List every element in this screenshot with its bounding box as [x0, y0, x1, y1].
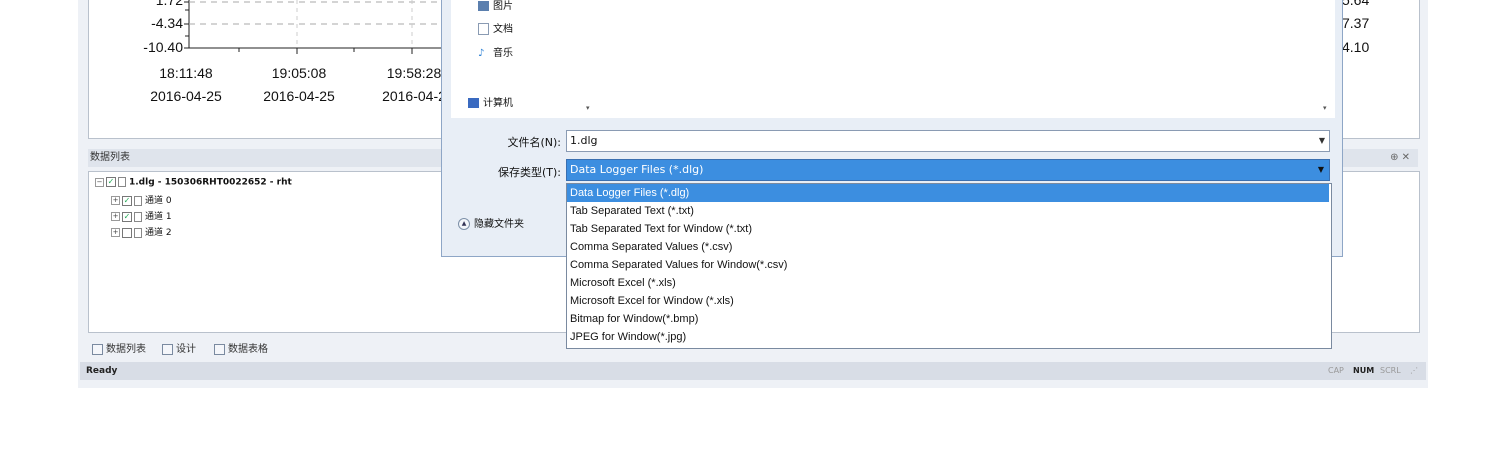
tree-root-label: 1.dlg - 150306RHT0022652 - rht: [129, 177, 292, 188]
filetype-option[interactable]: Tab Separated Text for Window (*.txt): [567, 220, 1329, 238]
panel-title: 数据列表: [90, 152, 130, 163]
y-tick-label: -10.40: [143, 39, 183, 55]
chevron-down-icon[interactable]: ▼: [1318, 160, 1324, 180]
status-indicator: SCRL: [1380, 366, 1401, 375]
nav-label: 文档: [493, 24, 513, 35]
tab-data-list[interactable]: 数据列表: [92, 340, 146, 355]
nav-item-music[interactable]: ♪ 音乐: [478, 44, 513, 59]
panel-close-icon[interactable]: ⊕ ✕: [1390, 149, 1410, 167]
status-bar: Ready CAP NUM SCRL ⋰: [80, 362, 1426, 380]
tab-data-table[interactable]: 数据表格: [214, 340, 268, 355]
nav-label: 音乐: [493, 48, 513, 59]
x-tick-time: 18:11:48: [159, 65, 213, 81]
nav-item-documents[interactable]: 文档: [478, 20, 513, 35]
checkbox[interactable]: [122, 227, 132, 238]
x-tick-date: 2016-04-25: [263, 88, 335, 104]
tab-label: 数据表格: [228, 344, 268, 355]
filetype-option[interactable]: Tab Separated Text (*.txt): [567, 202, 1329, 220]
table-icon: [214, 343, 225, 355]
collapse-icon: ▲: [458, 218, 470, 230]
tree-channel-node[interactable]: + ✓ 通道 1: [111, 209, 172, 222]
filetype-option[interactable]: Comma Separated Values (*.csv): [567, 238, 1329, 256]
tree-channel-node[interactable]: + 通道 2: [111, 225, 172, 238]
channel-icon: [134, 195, 142, 206]
hide-folders-toggle[interactable]: ▲ 隐藏文件夹: [458, 215, 524, 230]
expand-icon[interactable]: +: [111, 196, 120, 205]
status-indicator: NUM: [1353, 366, 1375, 375]
y-tick-label: -4.34: [151, 15, 183, 31]
filetype-option[interactable]: Microsoft Excel for Window (*.xls): [567, 292, 1329, 310]
collapse-icon[interactable]: −: [95, 177, 104, 187]
filetype-option[interactable]: JPEG for Window(*.jpg): [567, 328, 1329, 346]
nav-item-computer[interactable]: 计算机: [468, 94, 513, 109]
x-tick-date: 2016-04-25: [150, 88, 222, 104]
music-icon: ♪: [478, 48, 485, 59]
list-icon: [92, 343, 103, 355]
channel-icon: [134, 227, 142, 238]
scroll-down-icon[interactable]: ▾: [586, 104, 590, 112]
tab-label: 设计: [176, 344, 196, 355]
tab-design[interactable]: 设计: [162, 340, 196, 355]
tree-channel-node[interactable]: + ✓ 通道 0: [111, 193, 172, 206]
tree-root-node[interactable]: − ✓ 1.dlg - 150306RHT0022652 - rht: [95, 177, 292, 188]
filename-label: 文件名(N):: [507, 136, 561, 149]
nav-label: 计算机: [483, 98, 513, 109]
filename-value: 1.dlg: [570, 134, 598, 147]
checkbox[interactable]: ✓: [122, 211, 132, 222]
right-tick-label: 7.37: [1342, 15, 1370, 31]
filetype-option[interactable]: Comma Separated Values for Window(*.csv): [567, 256, 1329, 274]
resize-grip-icon[interactable]: ⋰: [1410, 362, 1418, 380]
right-tick-label: 4.10: [1342, 39, 1370, 55]
status-text: Ready: [86, 366, 118, 376]
filetype-label: 保存类型(T):: [497, 166, 561, 179]
filetype-dropdown: Data Logger Files (*.dlg) Tab Separated …: [566, 183, 1332, 349]
pictures-icon: [478, 1, 489, 11]
nav-item-pictures[interactable]: 图片: [478, 0, 513, 12]
filetype-select[interactable]: Data Logger Files (*.dlg) ▼: [566, 159, 1330, 181]
checkbox[interactable]: ✓: [106, 177, 116, 187]
channel-label: 通道 0: [145, 196, 172, 206]
channel-label: 通道 1: [145, 212, 172, 222]
right-tick-label: 5.64: [1342, 0, 1370, 8]
scroll-down-icon[interactable]: ▾: [1323, 104, 1327, 112]
checkbox[interactable]: ✓: [122, 195, 132, 206]
nav-label: 图片: [493, 1, 513, 12]
documents-icon: [478, 23, 489, 35]
file-icon: [118, 177, 126, 187]
filetype-value: Data Logger Files (*.dlg): [570, 163, 704, 176]
file-list[interactable]: ▾: [597, 0, 1335, 118]
channel-label: 通道 2: [145, 228, 172, 238]
hide-folders-label: 隐藏文件夹: [474, 219, 524, 230]
filetype-option[interactable]: Microsoft Excel (*.xls): [567, 274, 1329, 292]
x-tick-time: 19:05:08: [271, 65, 327, 81]
computer-icon: [468, 98, 479, 108]
tab-label: 数据列表: [106, 344, 146, 355]
status-indicator: CAP: [1328, 366, 1344, 375]
filetype-option[interactable]: Bitmap for Window(*.bmp): [567, 310, 1329, 328]
nav-pane: 图片 文档 ♪ 音乐 计算机 ▾: [451, 0, 597, 118]
filetype-option[interactable]: Data Logger Files (*.dlg): [567, 184, 1329, 202]
filename-input[interactable]: 1.dlg ▼: [566, 130, 1330, 152]
chevron-down-icon[interactable]: ▼: [1319, 131, 1325, 151]
channel-icon: [134, 211, 142, 222]
expand-icon[interactable]: +: [111, 228, 120, 237]
design-icon: [162, 343, 173, 355]
expand-icon[interactable]: +: [111, 212, 120, 221]
y-tick-label: 1.72: [155, 0, 183, 8]
